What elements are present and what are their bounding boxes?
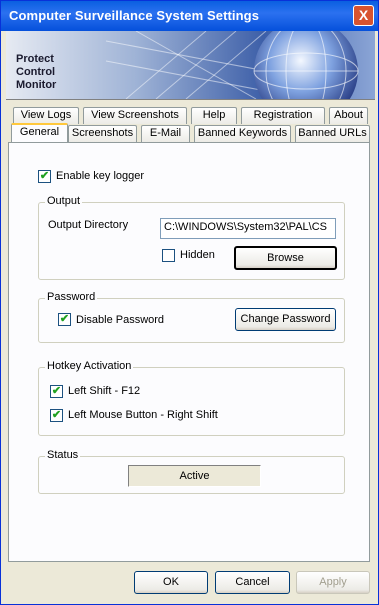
hotkey-legend: Hotkey Activation [45,360,134,372]
mouse-shift-label: Left Mouse Button - Right Shift [68,409,218,421]
browse-button[interactable]: Browse [234,246,337,270]
tab-help[interactable]: Help [191,107,237,124]
password-group: Password ✔ Disable Password Change Passw… [38,291,345,343]
cancel-button[interactable]: Cancel [215,571,290,594]
apply-button[interactable]: Apply [296,571,370,594]
tab-view-logs[interactable]: View Logs [13,107,79,124]
window-title: Computer Surveillance System Settings [9,8,260,23]
tab-general[interactable]: General [11,123,68,143]
check-icon: ✔ [59,313,70,325]
tab-row-back: View Logs View Screenshots Help Registra… [13,107,368,124]
close-icon: X [358,7,369,23]
disable-password-checkbox[interactable]: ✔ [58,313,71,326]
output-directory-input[interactable]: C:\WINDOWS\System32\PAL\CS [160,218,336,239]
output-legend: Output [45,195,83,207]
tab-email[interactable]: E-Mail [141,125,190,142]
tab-banned-keywords[interactable]: Banned Keywords [194,125,291,142]
mouse-shift-checkbox[interactable]: ✔ [50,409,63,422]
left-shift-label: Left Shift - F12 [68,385,141,397]
globe-banner-graphic [6,31,375,99]
check-icon: ✔ [39,170,50,182]
tab-registration[interactable]: Registration [241,107,325,124]
change-password-button[interactable]: Change Password [235,308,336,331]
status-legend: Status [45,449,81,461]
keylogger-checkbox[interactable]: ✔ [38,170,51,183]
tab-row-front: General Screenshots E-Mail Banned Keywor… [11,123,371,143]
ok-button[interactable]: OK [134,571,208,594]
banner-image: Protect Control Monitor [6,31,375,100]
brand-logo: Protect Control Monitor [16,53,57,91]
tab-banned-urls[interactable]: Banned URLs [295,125,370,142]
general-panel: ✔ Enable key logger Output Output Direct… [8,142,370,562]
tab-screenshots[interactable]: Screenshots [68,125,137,142]
output-group: Output Output Directory C:\WINDOWS\Syste… [38,195,345,280]
output-directory-label: Output Directory [48,219,129,231]
check-icon: ✔ [51,385,62,397]
hotkey-group: Hotkey Activation ✔ Left Shift - F12 ✔ L… [38,360,345,436]
hidden-checkbox[interactable] [162,249,175,262]
status-value: Active [128,465,261,487]
disable-password-label: Disable Password [76,314,165,326]
close-button[interactable]: X [353,5,374,26]
keylogger-label: Enable key logger [56,170,145,182]
left-shift-checkbox[interactable]: ✔ [50,385,63,398]
tab-view-screenshots[interactable]: View Screenshots [83,107,187,124]
hidden-label: Hidden [180,249,215,261]
check-icon: ✔ [51,409,62,421]
title-bar[interactable]: Computer Surveillance System Settings X [1,1,378,31]
settings-window: Computer Surveillance System Settings X [0,0,379,605]
password-legend: Password [45,291,98,303]
tab-about[interactable]: About [329,107,368,124]
status-group: Status Active [38,449,345,494]
